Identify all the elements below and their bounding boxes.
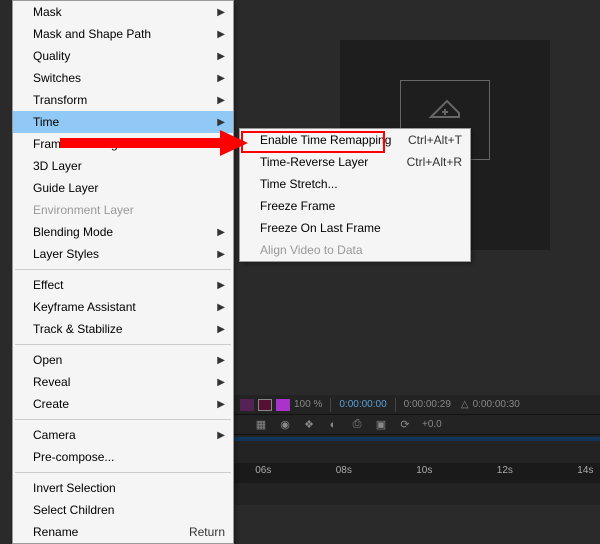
menu-environment-layer: Environment Layer [13, 199, 233, 221]
tick-10s: 10s [416, 465, 432, 476]
chevron-right-icon: ▶ [217, 377, 225, 388]
tick-12s: 12s [497, 465, 513, 476]
color-swatch-1[interactable] [240, 399, 254, 411]
shortcut-label: Return [189, 525, 225, 539]
time-end[interactable]: 0:00:00:29 [404, 399, 451, 410]
chevron-right-icon: ▶ [217, 324, 225, 335]
menu-precompose[interactable]: Pre-compose... [13, 446, 233, 468]
chevron-right-icon: ▶ [217, 355, 225, 366]
menu-keyframe-assistant[interactable]: Keyframe Assistant▶ [13, 296, 233, 318]
alpha-icon[interactable]: ▣ [374, 418, 388, 432]
chevron-right-icon: ▶ [217, 399, 225, 410]
menu-3d-layer[interactable]: 3D Layer [13, 155, 233, 177]
menu-time[interactable]: Time▶ [13, 111, 233, 133]
chevron-right-icon: ▶ [217, 51, 225, 62]
menu-create[interactable]: Create▶ [13, 393, 233, 415]
menu-track-stabilize[interactable]: Track & Stabilize▶ [13, 318, 233, 340]
chevron-right-icon: ▶ [217, 280, 225, 291]
color-swatch-3[interactable] [276, 399, 290, 411]
timeline-ruler[interactable] [234, 437, 600, 441]
menu-transform[interactable]: Transform▶ [13, 89, 233, 111]
chevron-right-icon: ▶ [217, 430, 225, 441]
menu-reveal[interactable]: Reveal▶ [13, 371, 233, 393]
chevron-right-icon: ▶ [217, 139, 225, 150]
menu-select-children[interactable]: Select Children [13, 499, 233, 521]
chevron-right-icon: ▶ [217, 227, 225, 238]
menu-align-video-to-data: Align Video to Data [240, 239, 470, 261]
adjust-icon[interactable]: ◐ [326, 418, 340, 432]
mask-tool-icon[interactable]: ❖ [302, 418, 316, 432]
menu-separator [15, 269, 231, 270]
tick-14s: 14s [577, 465, 593, 476]
chevron-right-icon: ▶ [217, 302, 225, 313]
color-swatch-2[interactable] [258, 399, 272, 411]
refresh-icon[interactable]: ⟳ [398, 418, 412, 432]
menu-layer-styles[interactable]: Layer Styles▶ [13, 243, 233, 265]
menu-invert-selection[interactable]: Invert Selection [13, 477, 233, 499]
menu-camera[interactable]: Camera▶ [13, 424, 233, 446]
timeline-icon-row: ▦ ◉ ❖ ◐ ⎙ ▣ ⟳ +0.0 [234, 415, 600, 435]
chevron-right-icon: ▶ [217, 95, 225, 106]
context-menu-time: Enable Time RemappingCtrl+Alt+T Time-Rev… [239, 128, 471, 262]
snapshot-icon[interactable]: ⎙ [350, 418, 364, 432]
chevron-right-icon: ▶ [217, 249, 225, 260]
camera-icon[interactable]: ◉ [278, 418, 292, 432]
menu-mask-shape-path[interactable]: Mask and Shape Path▶ [13, 23, 233, 45]
menu-blending-mode[interactable]: Blending Mode▶ [13, 221, 233, 243]
menu-mask[interactable]: Mask▶ [13, 1, 233, 23]
chevron-right-icon: ▶ [217, 117, 225, 128]
menu-quality[interactable]: Quality▶ [13, 45, 233, 67]
create-comp-icon [427, 97, 463, 125]
timeline-toolbar: 100 % 0:00:00:00 0:00:00:29 △ 0:00:00:30 [234, 395, 600, 415]
tick-08s: 08s [336, 465, 352, 476]
tick-06s: 06s [255, 465, 271, 476]
zoom-value[interactable]: 100 % [294, 399, 322, 410]
time-delta[interactable]: 0:00:00:30 [473, 399, 520, 410]
shortcut-label: Ctrl+Alt+T [408, 133, 462, 147]
timeline-panel: 100 % 0:00:00:00 0:00:00:29 △ 0:00:00:30… [234, 395, 600, 505]
context-menu-layer: Mask▶ Mask and Shape Path▶ Quality▶ Swit… [12, 0, 234, 544]
menu-separator [15, 472, 231, 473]
menu-separator [15, 419, 231, 420]
grid-icon[interactable]: ▦ [254, 418, 268, 432]
timeline-ticks[interactable]: 06s 08s 10s 12s 14s [234, 463, 600, 483]
menu-frame-blending[interactable]: Frame Blending▶ [13, 133, 233, 155]
chevron-right-icon: ▶ [217, 73, 225, 84]
menu-enable-time-remapping[interactable]: Enable Time RemappingCtrl+Alt+T [240, 129, 470, 151]
playrate-value[interactable]: +0.0 [422, 419, 442, 430]
menu-rename[interactable]: RenameReturn [13, 521, 233, 543]
shortcut-label: Ctrl+Alt+R [407, 155, 462, 169]
menu-time-stretch[interactable]: Time Stretch... [240, 173, 470, 195]
menu-effect[interactable]: Effect▶ [13, 274, 233, 296]
time-full[interactable]: 0:00:00:00 [339, 399, 386, 410]
chevron-right-icon: ▶ [217, 7, 225, 18]
menu-open[interactable]: Open▶ [13, 349, 233, 371]
menu-switches[interactable]: Switches▶ [13, 67, 233, 89]
menu-freeze-on-last-frame[interactable]: Freeze On Last Frame [240, 217, 470, 239]
menu-time-reverse-layer[interactable]: Time-Reverse LayerCtrl+Alt+R [240, 151, 470, 173]
menu-separator [15, 344, 231, 345]
menu-freeze-frame[interactable]: Freeze Frame [240, 195, 470, 217]
menu-guide-layer[interactable]: Guide Layer [13, 177, 233, 199]
chevron-right-icon: ▶ [217, 29, 225, 40]
